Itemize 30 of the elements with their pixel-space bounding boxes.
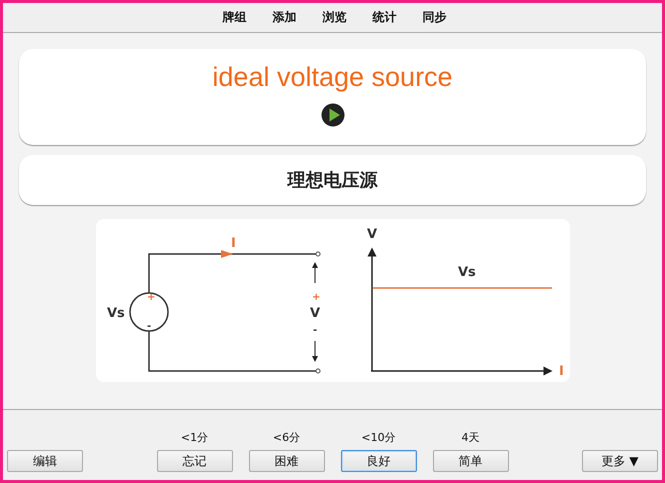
play-icon[interactable] bbox=[320, 103, 344, 127]
edit-button[interactable]: 编辑 bbox=[7, 450, 83, 472]
voltage-label: V bbox=[310, 306, 320, 321]
interval-label: 4天 bbox=[462, 430, 480, 445]
card-translation: 理想电压源 bbox=[288, 169, 378, 192]
menu-link[interactable]: 浏览 bbox=[322, 9, 346, 26]
menu-link[interactable]: 统计 bbox=[372, 9, 396, 26]
axis-label: V bbox=[366, 227, 377, 242]
answer-button[interactable]: 良好 bbox=[340, 450, 416, 472]
answer-button[interactable]: 困难 bbox=[248, 450, 324, 472]
line-label: Vs bbox=[458, 265, 476, 280]
answer-button[interactable]: 忘记 bbox=[156, 450, 232, 472]
axis-label: I bbox=[558, 364, 564, 379]
menu-link[interactable]: 牌组 bbox=[222, 9, 246, 26]
minus-sign: - bbox=[146, 321, 151, 332]
down-arrow bbox=[312, 340, 318, 362]
minus-sign: - bbox=[312, 325, 317, 336]
up-arrow bbox=[312, 262, 318, 284]
interval-label: <1分 bbox=[180, 430, 208, 445]
interval-label: <10分 bbox=[361, 430, 396, 445]
plus-sign: + bbox=[312, 292, 320, 303]
menu-link[interactable]: 同步 bbox=[422, 9, 446, 26]
source-label: Vs bbox=[106, 306, 124, 321]
plus-sign: + bbox=[146, 292, 155, 303]
answer-button[interactable]: 简单 bbox=[432, 450, 508, 472]
more-button[interactable]: 更多 ▼ bbox=[582, 450, 658, 472]
interval-label: <6分 bbox=[272, 430, 300, 445]
menu-link[interactable]: 添加 bbox=[272, 9, 296, 26]
current-label: I bbox=[230, 236, 236, 251]
card-term: ideal voltage source bbox=[212, 61, 453, 93]
